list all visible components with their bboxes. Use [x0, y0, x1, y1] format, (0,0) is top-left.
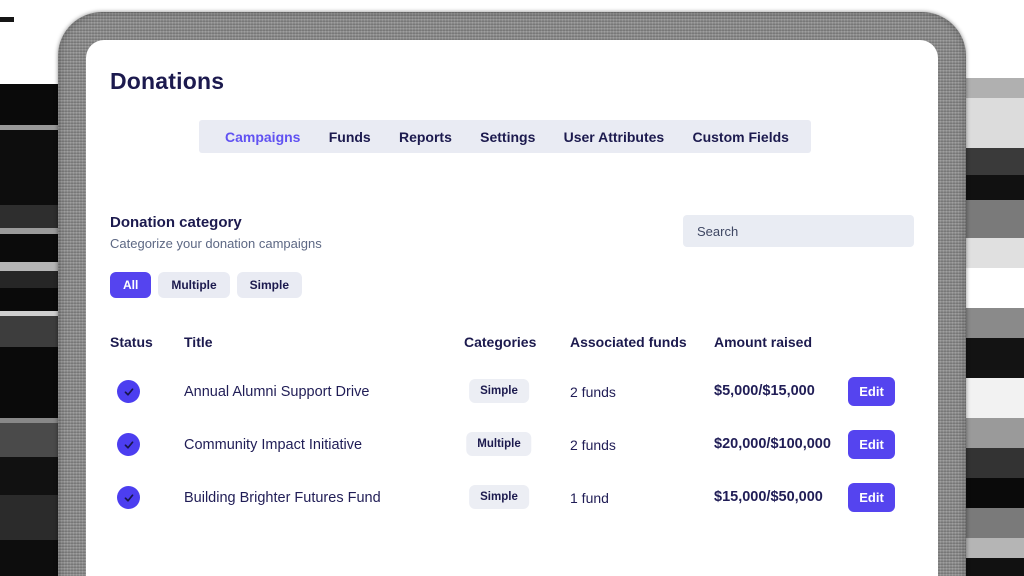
row-title: Annual Alumni Support Drive	[184, 384, 369, 400]
tab-bar: Campaigns Funds Reports Settings User At…	[199, 120, 811, 153]
category-badge: Multiple	[466, 432, 531, 456]
amount-cell: $15,000/$50,000	[714, 489, 823, 505]
table-row: Annual Alumni Support Drive Simple 2 fun…	[0, 376, 1024, 408]
page-title: Donations	[110, 68, 224, 95]
category-filter-group: All Multiple Simple	[110, 272, 302, 298]
column-header-title: Title	[184, 334, 213, 350]
amount-cell: $5,000/$15,000	[714, 383, 815, 399]
check-circle-icon[interactable]	[117, 433, 140, 456]
section-heading: Donation category	[110, 214, 242, 231]
filter-pill-all[interactable]: All	[110, 272, 151, 298]
category-badge: Simple	[469, 379, 529, 403]
funds-cell: 1 fund	[570, 490, 609, 506]
funds-cell: 2 funds	[570, 384, 616, 400]
search-input[interactable]	[683, 215, 914, 247]
row-title: Community Impact Initiative	[184, 437, 362, 453]
screenshot-stage: Donations Campaigns Funds Reports Settin…	[0, 0, 1024, 576]
tab-campaigns[interactable]: Campaigns	[225, 129, 300, 145]
edit-button[interactable]: Edit	[848, 430, 895, 459]
column-header-status: Status	[110, 334, 153, 350]
tab-user-attributes[interactable]: User Attributes	[564, 129, 665, 145]
filter-pill-multiple[interactable]: Multiple	[158, 272, 229, 298]
app-content: Donations Campaigns Funds Reports Settin…	[0, 0, 1024, 576]
edit-button[interactable]: Edit	[848, 377, 895, 406]
tab-settings[interactable]: Settings	[480, 129, 535, 145]
row-title: Building Brighter Futures Fund	[184, 490, 381, 506]
edit-button[interactable]: Edit	[848, 483, 895, 512]
amount-cell: $20,000/$100,000	[714, 436, 831, 452]
filter-pill-simple[interactable]: Simple	[237, 272, 302, 298]
tab-custom-fields[interactable]: Custom Fields	[692, 129, 788, 145]
table-row: Community Impact Initiative Multiple 2 f…	[0, 429, 1024, 461]
column-header-associated-funds: Associated funds	[570, 334, 687, 350]
column-header-categories: Categories	[464, 334, 536, 350]
table-row: Building Brighter Futures Fund Simple 1 …	[0, 482, 1024, 514]
tab-reports[interactable]: Reports	[399, 129, 452, 145]
section-subheading: Categorize your donation campaigns	[110, 236, 322, 251]
funds-cell: 2 funds	[570, 437, 616, 453]
check-circle-icon[interactable]	[117, 380, 140, 403]
tab-funds[interactable]: Funds	[329, 129, 371, 145]
category-badge: Simple	[469, 485, 529, 509]
check-circle-icon[interactable]	[117, 486, 140, 509]
column-header-amount-raised: Amount raised	[714, 334, 812, 350]
